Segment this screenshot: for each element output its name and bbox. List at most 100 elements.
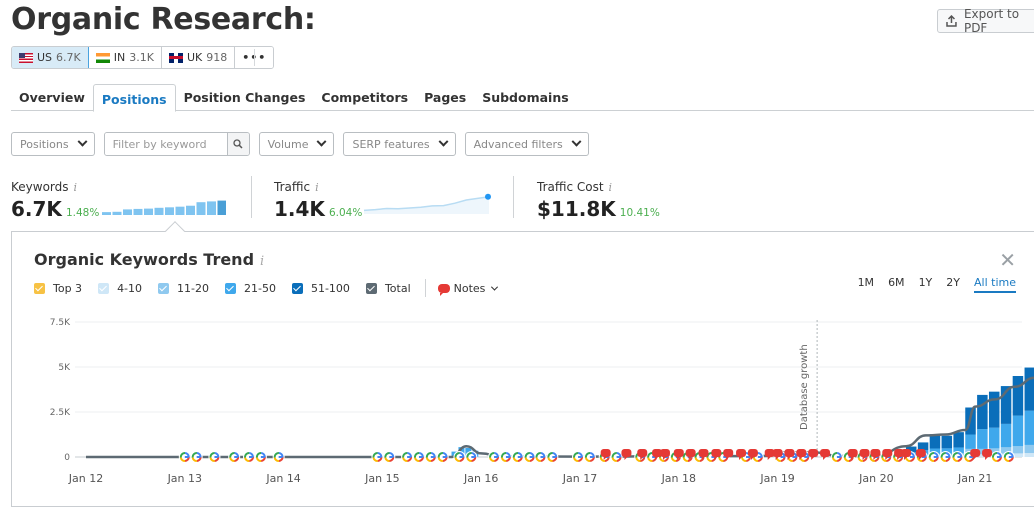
y-tick-label: 0 <box>64 453 70 463</box>
google-bar <box>1008 456 1013 458</box>
google-update-marker <box>272 451 285 463</box>
x-tick-label: Jan 18 <box>661 472 696 485</box>
note-bubble <box>847 449 858 457</box>
google-bar <box>529 456 534 458</box>
note-bubble <box>685 449 696 457</box>
google-update-marker <box>208 451 221 463</box>
google-update-marker <box>927 451 940 463</box>
note-bubble <box>882 449 893 457</box>
bar-segment <box>988 427 1000 449</box>
google-bar <box>757 456 762 458</box>
google-update-marker <box>488 451 501 463</box>
x-tick-label: Jan 12 <box>68 472 103 485</box>
note-bubble <box>859 449 870 457</box>
note-bubble <box>637 449 648 457</box>
google-update-marker <box>572 451 585 463</box>
note-bubble <box>747 449 758 457</box>
note-bubble <box>736 449 747 457</box>
google-bar <box>471 456 476 458</box>
x-tick-label: Jan 16 <box>463 472 498 485</box>
y-tick-label: 5K <box>58 363 71 373</box>
x-tick-label: Jan 13 <box>167 472 202 485</box>
google-bar <box>418 456 423 458</box>
google-update-marker <box>190 451 203 463</box>
google-bar <box>933 456 938 458</box>
google-update-marker <box>383 451 396 463</box>
google-bar <box>407 456 412 458</box>
google-update-marker <box>436 451 449 463</box>
note-bubble <box>970 449 981 457</box>
google-bar <box>996 456 1001 458</box>
google-bar <box>442 456 447 458</box>
google-update-marker <box>243 451 256 463</box>
google-update-marker <box>523 451 536 463</box>
note-bubble <box>723 449 734 457</box>
note-marker <box>621 449 632 460</box>
google-update-marker <box>424 451 437 463</box>
note-marker <box>820 449 831 460</box>
x-tick-label: Jan 15 <box>364 472 399 485</box>
google-bar <box>505 456 510 458</box>
note-bubble <box>673 449 684 457</box>
google-update-marker <box>534 451 547 463</box>
google-bar <box>249 456 254 458</box>
google-bar <box>616 456 621 458</box>
google-bar <box>945 456 950 458</box>
note-bubble <box>808 449 819 457</box>
google-update-marker <box>583 451 596 463</box>
google-bar <box>909 456 914 458</box>
x-tick-label: Jan 19 <box>759 472 794 485</box>
note-marker <box>982 449 993 460</box>
bar-segment <box>1000 423 1012 448</box>
note-bubble <box>784 449 795 457</box>
bar-segment <box>1024 367 1034 411</box>
google-bar <box>552 456 557 458</box>
note-bubble <box>621 449 632 457</box>
bar-segment <box>1024 453 1034 457</box>
google-update-marker <box>499 451 512 463</box>
x-tick-label: Jan 14 <box>265 472 300 485</box>
google-update-marker <box>401 451 414 463</box>
total-line <box>85 376 1034 459</box>
bar-segment <box>953 432 964 448</box>
google-bar <box>377 456 382 458</box>
x-tick-label: Jan 17 <box>562 472 597 485</box>
x-tick-label: Jan 21 <box>957 472 992 485</box>
note-bubble <box>820 449 831 457</box>
google-bar <box>836 456 841 458</box>
bar-segment <box>917 442 929 450</box>
bar-segment <box>1012 415 1024 447</box>
note-bubble <box>698 449 709 457</box>
google-bar <box>389 456 394 458</box>
google-bar <box>957 456 962 458</box>
note-bubble <box>772 449 783 457</box>
database-growth-label: Database growth <box>799 344 810 430</box>
google-update-marker <box>371 451 384 463</box>
google-update-marker <box>610 451 623 463</box>
y-tick-label: 7.5K <box>50 318 71 328</box>
note-bubble <box>901 449 912 457</box>
google-bar <box>517 456 522 458</box>
note-bubble <box>870 449 881 457</box>
google-bar <box>214 456 219 458</box>
note-bubble <box>915 449 926 457</box>
google-bar <box>578 456 583 458</box>
note-bubble <box>982 449 993 457</box>
x-tick-label: Jan 20 <box>858 472 893 485</box>
bar-segment <box>1012 446 1024 454</box>
google-update-marker <box>178 451 191 463</box>
google-bar <box>540 456 545 458</box>
y-tick-label: 2.5K <box>50 408 71 418</box>
google-update-marker <box>465 451 478 463</box>
google-bar <box>184 456 189 458</box>
note-bubble <box>659 449 670 457</box>
bar-segment <box>941 435 953 449</box>
bar-segment <box>965 434 976 449</box>
google-bar <box>234 456 239 458</box>
bar-segment <box>977 429 988 449</box>
bar-segment <box>1024 410 1034 445</box>
google-update-marker <box>951 451 964 463</box>
google-update-marker <box>990 451 1003 463</box>
google-update-marker <box>412 451 425 463</box>
google-update-marker <box>228 451 241 463</box>
